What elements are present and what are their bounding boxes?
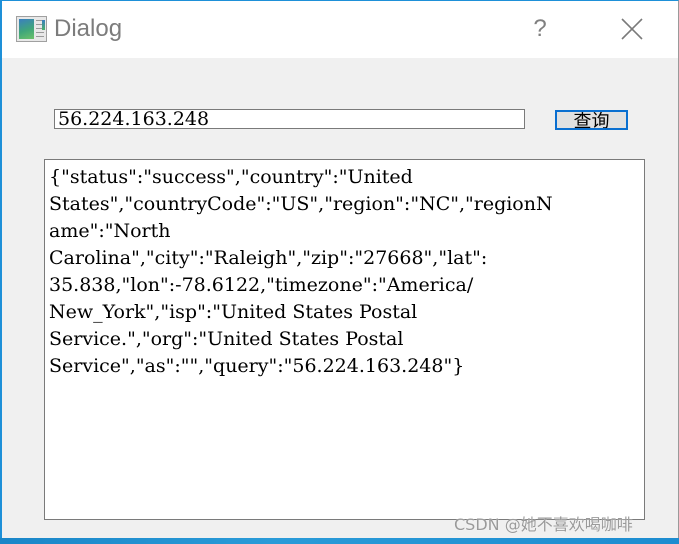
help-button[interactable]: ?: [520, 9, 560, 49]
taskbar-strip: [0, 538, 679, 544]
app-window-icon: [16, 16, 47, 42]
window-title: Dialog: [54, 15, 123, 42]
ip-address-input[interactable]: [54, 109, 525, 129]
result-line: Service.","org":"United States Postal: [49, 328, 404, 350]
result-line: States","countryCode":"US","region":"NC"…: [49, 193, 553, 215]
close-button[interactable]: [610, 9, 652, 49]
result-line: New_York","isp":"United States Postal: [49, 301, 418, 323]
watermark: CSDN @她不喜欢喝咖啡: [454, 515, 633, 534]
close-icon: [621, 18, 643, 40]
result-line: 35.838,"lon":-78.6122,"timezone":"Americ…: [49, 274, 474, 296]
result-text-area[interactable]: {"status":"success","country":"United Sta…: [44, 159, 645, 520]
dialog-window: Dialog ? 查询 {"status":"success","country…: [0, 0, 679, 544]
query-button[interactable]: 查询: [555, 110, 628, 130]
result-line: Service","as":"","query":"56.224.163.248…: [49, 355, 465, 377]
result-line: Carolina","city":"Raleigh","zip":"27668"…: [49, 247, 488, 269]
result-line: ame":"North: [49, 220, 171, 242]
result-line: {"status":"success","country":"United: [49, 166, 413, 188]
title-bar[interactable]: Dialog ?: [2, 1, 678, 58]
